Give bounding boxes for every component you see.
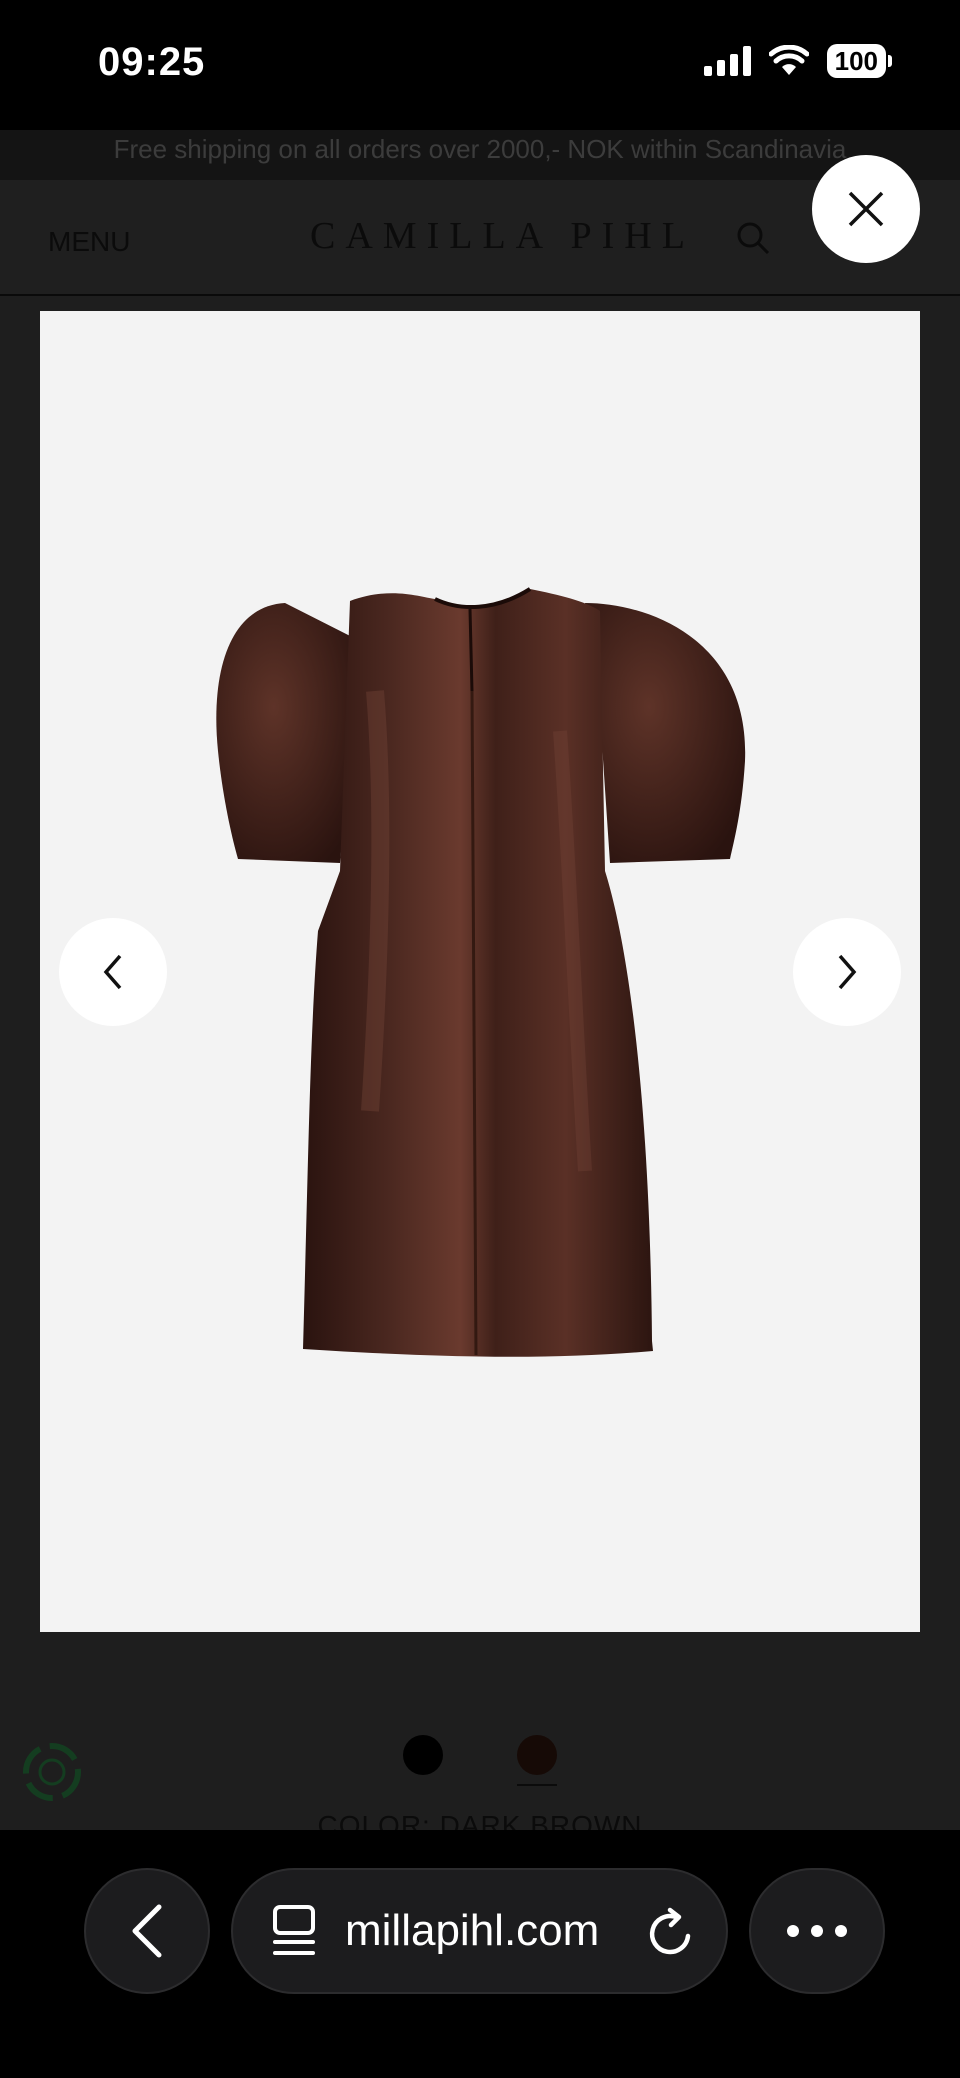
browser-back-button[interactable] xyxy=(84,1868,210,1994)
chevron-right-icon xyxy=(838,954,857,990)
brand-logo[interactable]: CAMILLA PIHL xyxy=(310,214,695,258)
status-bar: 09:25 100 xyxy=(0,0,960,130)
browser-toolbar: millapihl.com xyxy=(0,1830,960,2078)
selected-swatch-indicator xyxy=(517,1784,557,1786)
eco-badge-icon xyxy=(23,1743,81,1801)
color-swatch-black[interactable] xyxy=(403,1735,443,1775)
url-text: millapihl.com xyxy=(345,1906,600,1955)
tab-overview-icon xyxy=(273,1905,315,1955)
product-image[interactable] xyxy=(40,311,920,1632)
battery-level: 100 xyxy=(826,44,886,78)
status-time: 09:25 xyxy=(98,40,206,84)
cellular-signal-icon xyxy=(703,46,751,76)
search-icon[interactable] xyxy=(735,220,771,256)
status-icons: 100 xyxy=(703,44,892,78)
close-lightbox-button[interactable] xyxy=(812,155,920,263)
next-image-button[interactable] xyxy=(793,918,901,1026)
back-icon xyxy=(132,1904,162,1958)
menu-button[interactable]: MENU xyxy=(48,226,130,258)
dress-illustration xyxy=(216,587,746,1357)
close-icon xyxy=(848,191,884,227)
reload-icon[interactable] xyxy=(644,1906,698,1960)
address-bar[interactable]: millapihl.com xyxy=(231,1868,728,1994)
color-swatch-dark-brown[interactable] xyxy=(517,1735,557,1775)
battery-icon: 100 xyxy=(826,44,892,78)
promo-banner: Free shipping on all orders over 2000,- … xyxy=(0,130,960,180)
more-icon xyxy=(787,1925,847,1937)
previous-image-button[interactable] xyxy=(59,918,167,1026)
wifi-icon xyxy=(768,45,809,75)
more-options-button[interactable] xyxy=(749,1868,885,1994)
chevron-left-icon xyxy=(103,954,122,990)
